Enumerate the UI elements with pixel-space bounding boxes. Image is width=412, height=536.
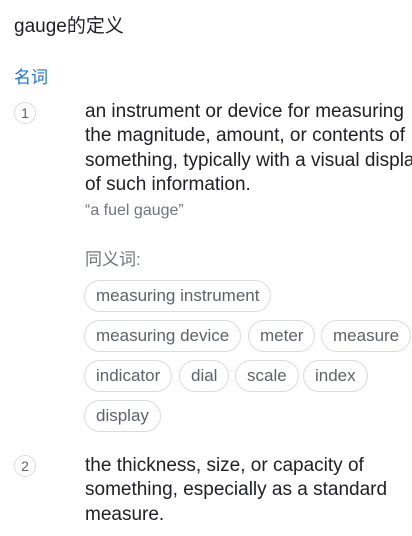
sense-number-1: 1 — [14, 102, 36, 124]
synonyms-label: 同义词: — [85, 250, 141, 269]
synonym-chip-scale[interactable]: scale — [235, 360, 299, 392]
sense-1-example: “a fuel gauge” — [85, 202, 184, 219]
sense-number-2: 2 — [14, 455, 36, 477]
page-title: gauge的定义 — [14, 16, 124, 37]
sense-1-definition: an instrument or device for measuring th… — [85, 101, 412, 195]
synonym-chip-indicator[interactable]: indicator — [84, 360, 173, 392]
sense-2-definition: the thickness, size, or capacity of some… — [85, 455, 388, 525]
synonym-chip-measure[interactable]: measure — [321, 320, 412, 352]
part-of-speech-label: 名词 — [14, 68, 48, 87]
synonym-chip-meter[interactable]: meter — [248, 320, 316, 352]
synonym-chip-display[interactable]: display — [84, 400, 161, 432]
synonym-chip-dial[interactable]: dial — [179, 360, 230, 392]
synonym-chip-measuring-device[interactable]: measuring device — [84, 320, 242, 352]
synonym-chip-index[interactable]: index — [303, 360, 368, 392]
synonym-chip-measuring-instrument[interactable]: measuring instrument — [84, 280, 272, 312]
